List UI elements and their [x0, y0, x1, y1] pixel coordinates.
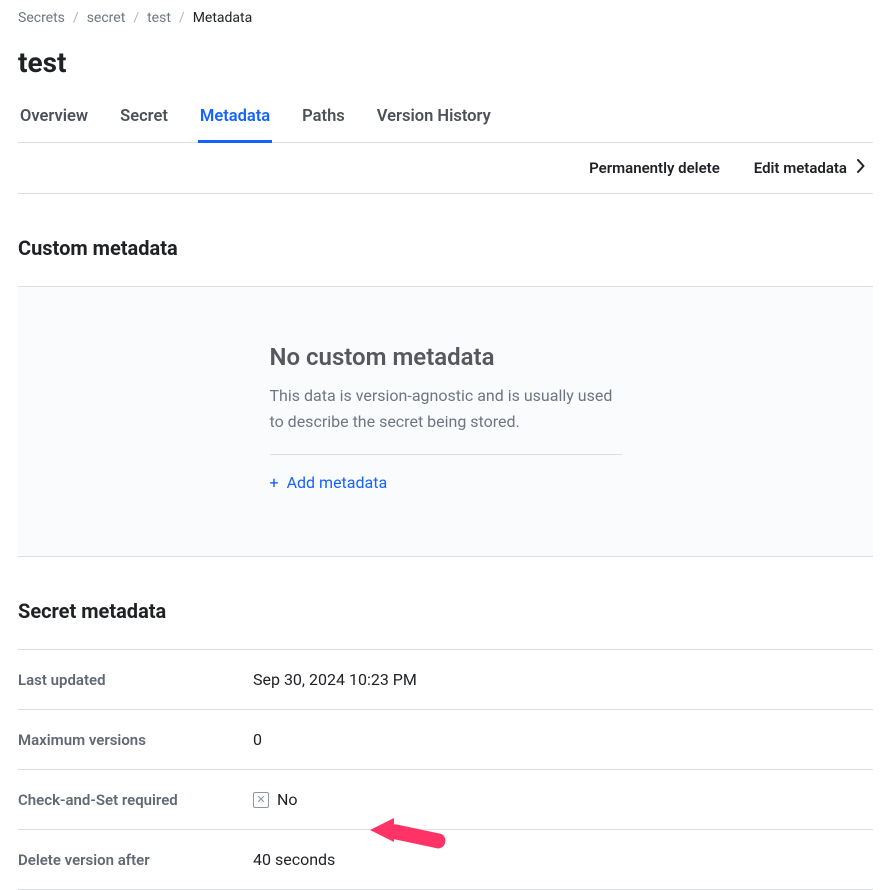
- add-metadata-button[interactable]: + Add metadata: [270, 473, 388, 492]
- breadcrumb-item-test[interactable]: test: [147, 10, 171, 26]
- kv-key-cas-required: Check-and-Set required: [18, 791, 253, 809]
- tabs: Overview Secret Metadata Paths Version H…: [18, 107, 873, 143]
- breadcrumb-item-current: Metadata: [193, 10, 253, 26]
- plus-icon: +: [270, 473, 279, 492]
- edit-metadata-label: Edit metadata: [754, 159, 847, 177]
- permanently-delete-button[interactable]: Permanently delete: [589, 159, 720, 177]
- table-row: Check-and-Set required ✕ No: [18, 770, 873, 830]
- kv-val-cas-required: ✕ No: [253, 790, 298, 809]
- breadcrumb-separator: /: [133, 10, 139, 26]
- tab-version-history[interactable]: Version History: [375, 107, 493, 142]
- empty-state-description: This data is version-agnostic and is usu…: [270, 383, 622, 434]
- tab-paths[interactable]: Paths: [300, 107, 347, 142]
- kv-key-delete-after: Delete version after: [18, 851, 253, 869]
- breadcrumb-item-secret[interactable]: secret: [87, 10, 126, 26]
- breadcrumb-item-secrets[interactable]: Secrets: [18, 10, 65, 26]
- edit-metadata-button[interactable]: Edit metadata: [754, 159, 865, 177]
- kv-key-max-versions: Maximum versions: [18, 731, 253, 749]
- page-title: test: [18, 46, 873, 79]
- kv-val-delete-after: 40 seconds: [253, 850, 335, 869]
- kv-key-last-updated: Last updated: [18, 671, 253, 689]
- secret-metadata-title: Secret metadata: [18, 599, 873, 623]
- custom-metadata-panel: No custom metadata This data is version-…: [18, 286, 873, 557]
- permanently-delete-label: Permanently delete: [589, 159, 720, 177]
- custom-metadata-title: Custom metadata: [18, 236, 873, 260]
- tab-metadata[interactable]: Metadata: [198, 107, 272, 143]
- action-bar: Permanently delete Edit metadata: [18, 143, 873, 194]
- x-square-icon: ✕: [253, 792, 269, 808]
- table-row: Delete version after 40 seconds: [18, 830, 873, 890]
- kv-val-last-updated: Sep 30, 2024 10:23 PM: [253, 670, 417, 689]
- table-row: Maximum versions 0: [18, 710, 873, 770]
- tab-overview[interactable]: Overview: [18, 107, 90, 142]
- divider: [270, 454, 622, 455]
- empty-state-title: No custom metadata: [270, 343, 622, 371]
- kv-val-max-versions: 0: [253, 730, 262, 749]
- chevron-right-icon: [857, 159, 865, 177]
- secret-metadata-table: Last updated Sep 30, 2024 10:23 PM Maxim…: [18, 649, 873, 890]
- breadcrumb: Secrets / secret / test / Metadata: [18, 10, 873, 26]
- breadcrumb-separator: /: [73, 10, 79, 26]
- tab-secret[interactable]: Secret: [118, 107, 170, 142]
- add-metadata-label: Add metadata: [287, 473, 388, 492]
- breadcrumb-separator: /: [179, 10, 185, 26]
- empty-state: No custom metadata This data is version-…: [270, 343, 622, 492]
- kv-val-cas-text: No: [277, 790, 298, 809]
- table-row: Last updated Sep 30, 2024 10:23 PM: [18, 650, 873, 710]
